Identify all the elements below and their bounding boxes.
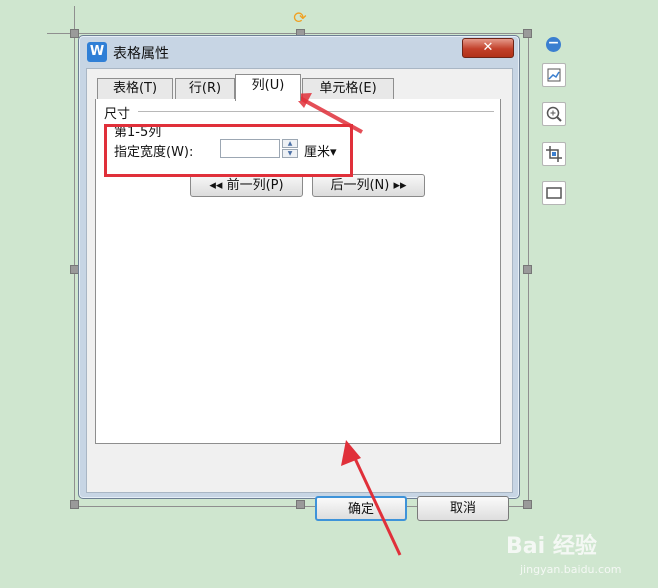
tab-column[interactable]: 列(U): [235, 74, 301, 101]
annotation-arrow-up: [341, 440, 402, 556]
collapse-icon[interactable]: −: [546, 36, 561, 52]
watermark-logo: Bai 经验: [506, 534, 597, 559]
crop-icon[interactable]: [542, 142, 566, 166]
zoom-in-icon[interactable]: [542, 102, 566, 126]
watermark-url: jingyan.baidu.com: [520, 563, 622, 576]
annotation-arrow-tab: [292, 93, 363, 134]
chart-layout-icon[interactable]: [542, 63, 566, 87]
annotation-arrows: [292, 93, 402, 556]
border-icon[interactable]: [542, 181, 566, 205]
